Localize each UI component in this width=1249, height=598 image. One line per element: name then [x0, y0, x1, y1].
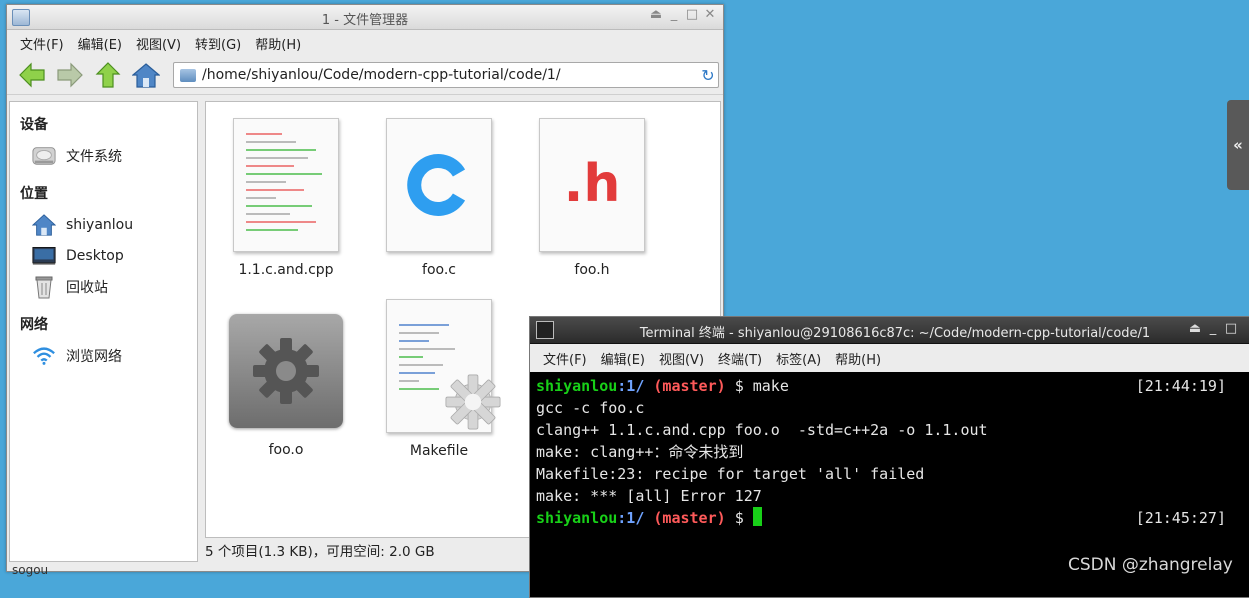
- gear-icon: [445, 374, 501, 430]
- output-line: make: *** [all] Error 127: [536, 487, 762, 505]
- maximize-button[interactable]: □: [685, 7, 699, 22]
- output-line: gcc -c foo.c: [536, 399, 645, 417]
- prompt-line: shiyanlou:1/ (master) $ make [21:44:19]: [536, 377, 1226, 395]
- terminal-output[interactable]: shiyanlou:1/ (master) $ make [21:44:19] g…: [530, 372, 1249, 532]
- sidebar-item-filesystem[interactable]: 文件系统: [10, 140, 197, 171]
- output-line: Makefile:23: recipe for target 'all' fai…: [536, 465, 925, 483]
- menubar: 文件(F) 编辑(E) 视图(V) 转到(G) 帮助(H): [7, 30, 723, 56]
- menu-view[interactable]: 视图(V): [652, 349, 711, 368]
- output-line: clang++ 1.1.c.and.cpp foo.o -std=c++2a -…: [536, 421, 988, 439]
- shade-button[interactable]: ⏏: [649, 7, 663, 22]
- sidebar-item-network[interactable]: 浏览网络: [10, 340, 197, 371]
- file-item[interactable]: foo.c: [364, 118, 514, 278]
- file-item[interactable]: 1.1.c.and.cpp: [211, 118, 361, 278]
- minimize-button[interactable]: _: [667, 7, 681, 22]
- output-line: make: clang++：命令未找到: [536, 443, 744, 461]
- side-panel-toggle[interactable]: «: [1227, 100, 1249, 190]
- arrow-right-icon: [57, 62, 83, 88]
- file-manager-titlebar[interactable]: 1 - 文件管理器 ⏏ _ □ ✕: [7, 5, 723, 30]
- refresh-icon[interactable]: ↻: [698, 66, 718, 85]
- terminal-menubar: 文件(F) 编辑(E) 视图(V) 终端(T) 标签(A) 帮助(H): [530, 344, 1249, 372]
- file-name: 1.1.c.and.cpp: [238, 262, 334, 278]
- back-button[interactable]: [15, 59, 49, 91]
- menu-terminal[interactable]: 终端(T): [711, 349, 769, 368]
- arrow-left-icon: [19, 62, 45, 88]
- text-file-icon: [233, 118, 339, 252]
- taskbar-label: sogou: [12, 563, 49, 577]
- sidebar-item-label: 浏览网络: [66, 348, 122, 365]
- file-name: Makefile: [409, 443, 469, 459]
- c-source-icon: [386, 118, 492, 252]
- wifi-icon: [32, 344, 56, 368]
- object-file-icon: [229, 314, 343, 428]
- sidebar-item-label: shiyanlou: [66, 216, 134, 233]
- sidebar-header-devices: 设备: [20, 117, 48, 133]
- sidebar-header-places: 位置: [20, 186, 48, 202]
- timestamp: [21:45:27]: [1135, 509, 1226, 527]
- file-item[interactable]: foo.o: [211, 314, 361, 458]
- timestamp: [21:44:19]: [1135, 377, 1226, 395]
- home-icon: [32, 213, 56, 237]
- watermark: CSDN @zhangrelay: [1068, 555, 1233, 575]
- sidebar: 设备 文件系统 位置 shiyanlou Desktop 回收站 网络 浏览网络: [9, 101, 198, 562]
- menu-edit[interactable]: 编辑(E): [594, 349, 652, 368]
- prompt-line: shiyanlou:1/ (master) $ [21:45:27]: [536, 507, 1226, 527]
- menu-file[interactable]: 文件(F): [13, 34, 71, 53]
- file-name: foo.h: [574, 262, 610, 278]
- sidebar-item-desktop[interactable]: Desktop: [10, 240, 197, 271]
- menu-file[interactable]: 文件(F): [536, 349, 594, 368]
- menu-help[interactable]: 帮助(H): [248, 34, 308, 53]
- sidebar-item-label: Desktop: [66, 247, 124, 264]
- file-name: foo.c: [422, 262, 456, 278]
- terminal-title: Terminal 终端 - shiyanlou@29108616c87c: ~/…: [639, 326, 1151, 341]
- menu-view[interactable]: 视图(V): [129, 34, 188, 53]
- shade-button[interactable]: ⏏: [1188, 321, 1202, 336]
- folder-icon: [180, 68, 196, 82]
- close-button[interactable]: ✕: [703, 7, 717, 22]
- terminal-titlebar[interactable]: Terminal 终端 - shiyanlou@29108616c87c: ~/…: [530, 317, 1249, 344]
- sidebar-item-label: 文件系统: [66, 148, 122, 165]
- location-path: /home/shiyanlou/Code/modern-cpp-tutorial…: [202, 67, 561, 83]
- cursor: [752, 507, 762, 526]
- minimize-button[interactable]: _: [1206, 321, 1220, 336]
- file-item[interactable]: Makefile: [364, 299, 514, 459]
- sidebar-item-trash[interactable]: 回收站: [10, 271, 197, 302]
- menu-tabs[interactable]: 标签(A): [769, 349, 828, 368]
- c-header-icon: .h: [539, 118, 645, 252]
- maximize-button[interactable]: □: [1224, 321, 1238, 336]
- harddisk-icon: [32, 144, 56, 168]
- window-title: 1 - 文件管理器: [321, 13, 409, 28]
- file-item[interactable]: .h foo.h: [517, 118, 667, 278]
- location-bar[interactable]: /home/shiyanlou/Code/modern-cpp-tutorial…: [173, 62, 719, 88]
- up-button[interactable]: [91, 59, 125, 91]
- makefile-icon: [386, 299, 501, 433]
- toolbar: /home/shiyanlou/Code/modern-cpp-tutorial…: [7, 56, 723, 95]
- svg-text:.h: .h: [564, 154, 621, 214]
- file-name: foo.o: [268, 442, 304, 458]
- desktop-icon: [32, 244, 56, 268]
- menu-edit[interactable]: 编辑(E): [71, 34, 129, 53]
- trash-icon: [32, 275, 56, 299]
- forward-button[interactable]: [53, 59, 87, 91]
- sidebar-item-label: 回收站: [66, 279, 108, 296]
- arrow-up-icon: [95, 62, 121, 88]
- home-icon: [132, 63, 160, 88]
- menu-help[interactable]: 帮助(H): [828, 349, 888, 368]
- menu-go[interactable]: 转到(G): [188, 34, 248, 53]
- command-text: make: [752, 377, 789, 395]
- status-bar: 5 个项目(1.3 KB)，可用空间: 2.0 GB: [205, 544, 435, 560]
- home-button[interactable]: [129, 59, 163, 91]
- sidebar-header-network: 网络: [20, 317, 48, 333]
- sidebar-item-home[interactable]: shiyanlou: [10, 209, 197, 240]
